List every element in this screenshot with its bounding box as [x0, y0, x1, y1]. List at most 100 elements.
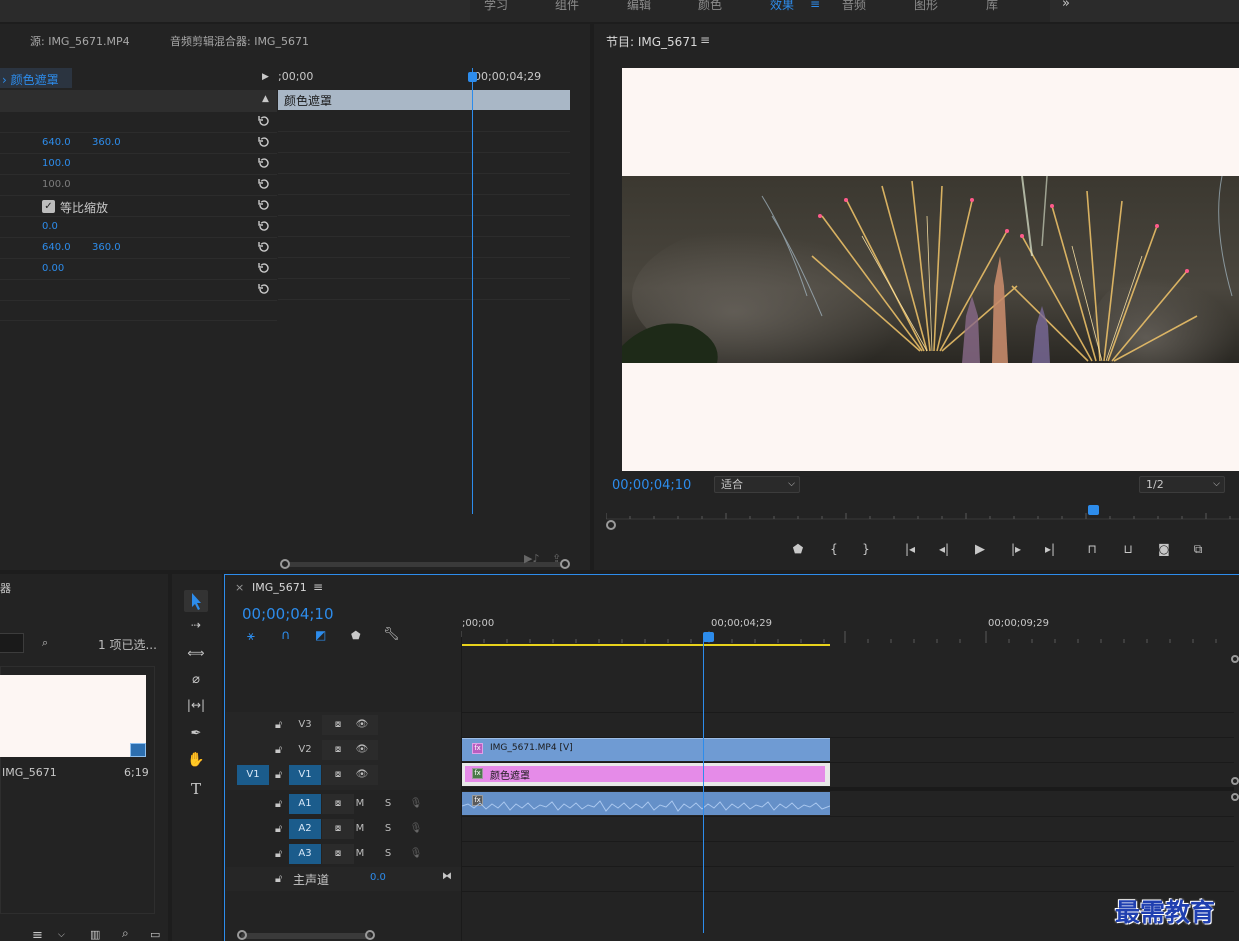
jump-to-end-icon[interactable]: ⧓ [442, 871, 452, 882]
zoom-handle-right[interactable] [560, 559, 570, 569]
mute-button[interactable]: M [348, 794, 372, 814]
microphone-icon[interactable]: 🎙︎ [404, 794, 428, 814]
clip-name[interactable]: IMG_5671 [2, 766, 57, 779]
matte-clip-v1[interactable]: fx 颜色遮罩 [462, 763, 830, 786]
lock-icon[interactable]: 🔓︎ [275, 822, 282, 836]
flicker-value[interactable]: 0.00 [42, 263, 64, 274]
project-search-input[interactable] [0, 633, 24, 653]
type-tool-icon[interactable]: T [184, 780, 208, 802]
reset-icon[interactable] [257, 135, 271, 149]
close-tab-icon[interactable]: × [235, 581, 244, 594]
slip-tool-icon[interactable]: |↔| [184, 698, 208, 720]
sequence-tab[interactable]: IMG_5671 [252, 581, 307, 594]
source-patch-v1[interactable]: V1 [237, 765, 269, 785]
add-marker-icon[interactable]: ⬟ [351, 629, 361, 642]
program-video-frame[interactable] [622, 68, 1239, 471]
timeline-zoom-scrollbar[interactable] [241, 933, 371, 939]
mark-in-icon[interactable]: { [824, 542, 844, 558]
reset-icon[interactable] [257, 177, 271, 191]
timeline-ruler[interactable]: ;00;00 00;00;04;29 00;00;09;29 [461, 615, 1239, 649]
vertical-zoom-handle[interactable] [1231, 793, 1239, 801]
selection-tool-icon[interactable] [184, 590, 208, 612]
position-y-value[interactable]: 360.0 [92, 137, 121, 148]
export-frame-icon[interactable]: ◙ [1154, 542, 1174, 558]
microphone-icon[interactable]: 🎙︎ [404, 819, 428, 839]
workspace-tab-assembly[interactable]: 组件 [555, 0, 579, 13]
track-label-a3[interactable]: A3 [289, 844, 321, 864]
eye-icon[interactable]: 👁︎ [346, 715, 378, 735]
lift-icon[interactable]: ⊓ [1082, 542, 1102, 558]
zoom-handle-right[interactable] [365, 930, 375, 940]
find-icon[interactable]: ⌕ [42, 636, 48, 650]
program-scrub-ruler[interactable] [606, 508, 1239, 520]
audio-clip-a1[interactable]: fx [462, 792, 830, 815]
lock-icon[interactable]: 🔓︎ [275, 872, 282, 886]
lock-icon[interactable]: 🔓︎ [275, 718, 282, 732]
work-area-bar[interactable] [461, 644, 830, 646]
reset-icon[interactable] [257, 282, 271, 296]
reset-icon[interactable] [257, 114, 271, 128]
clip-thumbnail[interactable] [0, 675, 146, 757]
automate-to-sequence-icon[interactable]: ▥ [90, 928, 100, 941]
mute-button[interactable]: M [348, 819, 372, 839]
mark-out-icon[interactable]: } [856, 542, 876, 558]
master-volume-value[interactable]: 0.0 [370, 872, 386, 883]
compare-view-icon[interactable]: ⧉ [1188, 542, 1208, 558]
search-icon[interactable]: ⌕ [122, 926, 129, 941]
timeline-timecode[interactable]: 00;00;04;10 [242, 605, 334, 623]
collapse-up-icon[interactable]: ▲ [262, 94, 269, 104]
zoom-handle-left[interactable] [280, 559, 290, 569]
chevron-down-icon[interactable]: ⌵ [58, 930, 65, 940]
list-view-icon[interactable]: ≡ [32, 928, 43, 941]
track-label-a1[interactable]: A1 [289, 794, 321, 814]
extract-icon[interactable]: ⊔ [1118, 542, 1138, 558]
workspace-tab-effects[interactable]: 效果 [770, 0, 794, 13]
linked-selection-icon[interactable]: ◩ [315, 628, 326, 642]
new-bin-icon[interactable]: ▭ [150, 928, 160, 941]
solo-button[interactable]: S [376, 844, 400, 864]
track-label-v1[interactable]: V1 [289, 765, 321, 785]
reset-icon[interactable] [257, 240, 271, 254]
expand-right-icon[interactable]: ▶ [262, 72, 269, 82]
program-playhead-handle[interactable] [1088, 505, 1099, 515]
workspace-tab-color[interactable]: 颜色 [698, 0, 722, 13]
tab-source[interactable]: 源: IMG_5671.MP4 [30, 33, 130, 49]
vertical-zoom-handle[interactable] [1231, 777, 1239, 785]
go-to-out-icon[interactable]: ▸| [1040, 542, 1060, 558]
track-label-v2[interactable]: V2 [289, 740, 321, 760]
effect-clip-header[interactable]: › 颜色遮罩 [0, 68, 72, 88]
eye-icon[interactable]: 👁︎ [346, 740, 378, 760]
anchor-y-value[interactable]: 360.0 [92, 242, 121, 253]
zoom-handle-left[interactable] [606, 520, 616, 530]
mini-clip-bar[interactable]: 颜色遮罩 [278, 90, 570, 110]
scale-value[interactable]: 100.0 [42, 158, 71, 169]
lock-icon[interactable]: 🔓︎ [275, 847, 282, 861]
solo-button[interactable]: S [376, 794, 400, 814]
lock-icon[interactable]: 🔓︎ [275, 743, 282, 757]
razor-tool-icon[interactable]: ⌀ [184, 672, 208, 694]
uniform-scale-checkbox[interactable]: ✓ [42, 200, 55, 213]
zoom-handle-left[interactable] [237, 930, 247, 940]
eye-icon[interactable]: 👁︎ [346, 765, 378, 785]
program-timecode[interactable]: 00;00;04;10 [612, 478, 691, 493]
wrench-icon[interactable]: 🔧︎ [383, 627, 400, 642]
workspace-menu-icon[interactable]: ≡ [810, 0, 820, 11]
panel-menu-icon[interactable]: ≡ [313, 580, 323, 594]
workspace-tab-learn[interactable]: 学习 [484, 0, 508, 13]
nest-toggle-icon[interactable]: ⚹ [247, 629, 255, 644]
workspace-tab-editing[interactable]: 编辑 [627, 0, 651, 13]
project-panel-title[interactable]: 器 [0, 580, 11, 596]
position-x-value[interactable]: 640.0 [42, 137, 71, 148]
workspace-overflow-icon[interactable]: » [1062, 0, 1070, 11]
hand-tool-icon[interactable]: ✋ [184, 752, 208, 774]
snap-icon[interactable]: ∩ [281, 628, 291, 643]
mute-button[interactable]: M [348, 844, 372, 864]
go-to-in-icon[interactable]: |◂ [900, 542, 920, 558]
mini-playhead-handle[interactable] [468, 72, 477, 82]
tab-audio-clip-mixer[interactable]: 音频剪辑混合器: IMG_5671 [170, 33, 309, 49]
workspace-tab-audio[interactable]: 音频 [842, 0, 866, 13]
timeline-playhead-handle[interactable] [703, 632, 714, 642]
solo-button[interactable]: S [376, 819, 400, 839]
microphone-icon[interactable]: 🎙︎ [404, 844, 428, 864]
track-select-tool-icon[interactable]: ⇢ [184, 618, 208, 640]
